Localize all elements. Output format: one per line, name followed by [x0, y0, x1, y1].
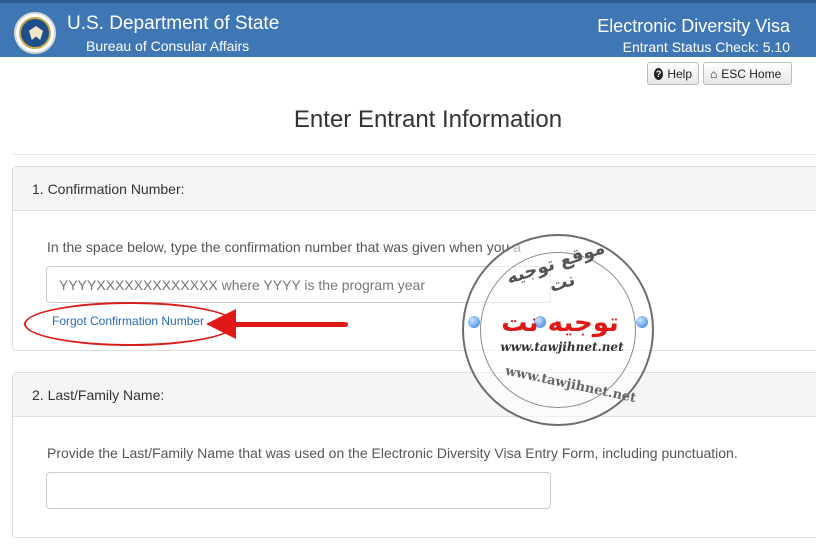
annotation-circle	[24, 302, 236, 346]
department-title: U.S. Department of State	[67, 13, 280, 34]
divider	[12, 154, 816, 155]
home-icon: ⌂	[710, 66, 718, 81]
app-version: Entrant Status Check: 5.10	[622, 39, 790, 55]
globe-icon	[468, 316, 480, 328]
state-department-seal-icon	[14, 12, 56, 54]
help-button[interactable]: ? Help	[647, 62, 699, 85]
site-header: U.S. Department of State Bureau of Consu…	[0, 0, 816, 57]
annotation-arrow-shaft	[232, 322, 348, 327]
last-name-input[interactable]	[46, 472, 551, 509]
confirmation-number-heading: 1. Confirmation Number:	[13, 167, 816, 211]
question-circle-icon: ?	[654, 67, 664, 80]
watermark-logo: توجيه نت	[501, 308, 619, 338]
eagle-icon	[29, 26, 43, 40]
confirmation-instruction: In the space below, type the confirmatio…	[47, 239, 521, 255]
help-button-label: Help	[667, 66, 692, 81]
app-title: Electronic Diversity Visa	[597, 16, 790, 36]
bureau-subtitle: Bureau of Consular Affairs	[86, 38, 250, 54]
globe-icon	[636, 316, 648, 328]
page-title: Enter Entrant Information	[293, 106, 563, 133]
watermark-url: www.tawjihnet.net	[500, 340, 624, 354]
annotation-arrow-icon	[206, 309, 236, 339]
last-name-instruction: Provide the Last/Family Name that was us…	[47, 445, 738, 461]
esc-home-button[interactable]: ⌂ ESC Home	[703, 62, 792, 85]
last-name-heading: 2. Last/Family Name:	[13, 373, 816, 417]
esc-home-button-label: ESC Home	[721, 66, 782, 81]
watermark-stamp: موقع توجيه نت توجيه نت www.tawjihnet.net…	[462, 234, 654, 426]
